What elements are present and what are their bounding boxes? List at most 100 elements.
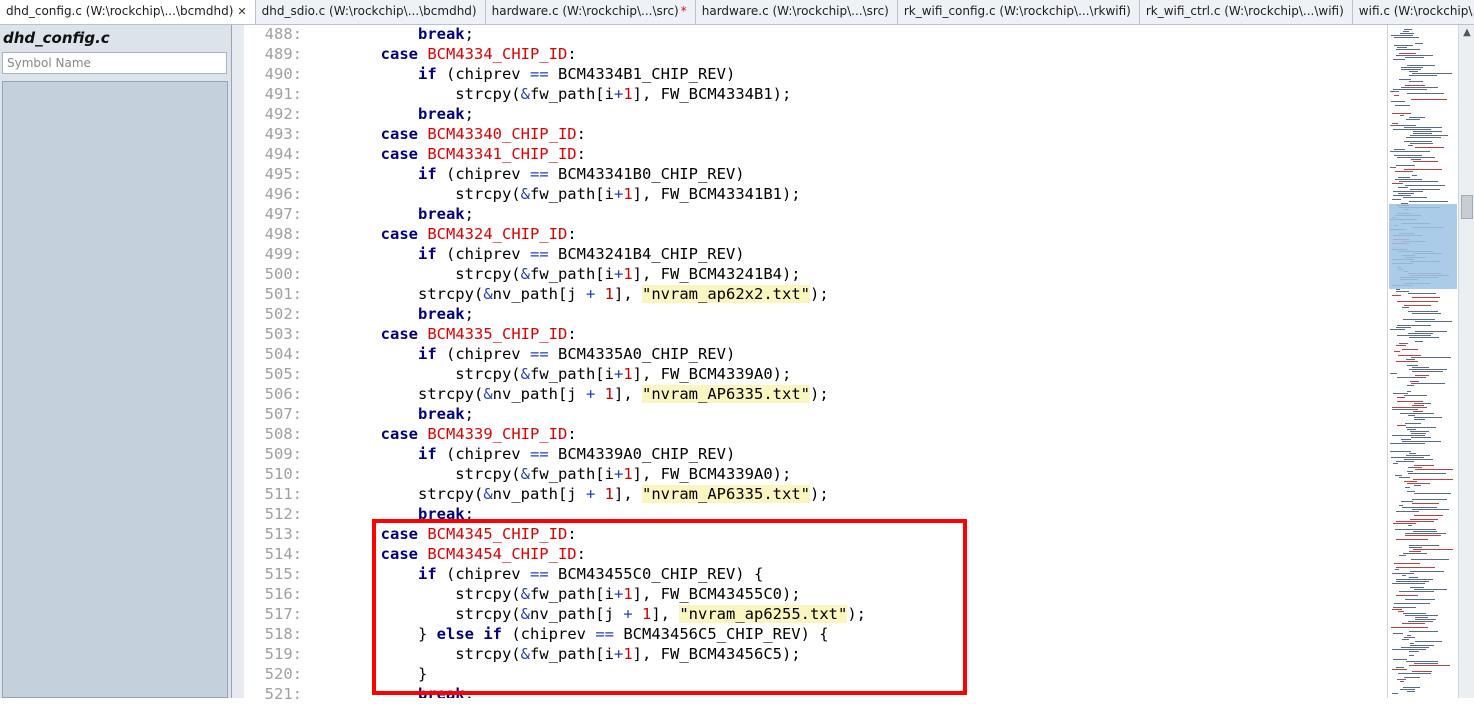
code-line[interactable]: break; bbox=[306, 304, 474, 324]
code-line[interactable]: strcpy(&fw_path[i+1], FW_BCM43341B1); bbox=[306, 184, 800, 204]
minimap-line bbox=[1392, 649, 1426, 650]
minimap-line bbox=[1412, 313, 1441, 314]
minimap-line bbox=[1399, 181, 1438, 182]
code-token: BCM4335A0_CHIP_REV) bbox=[548, 345, 736, 363]
code-line[interactable]: if (chiprev == BCM43341B0_CHIP_REV) bbox=[306, 164, 745, 184]
tab-6[interactable]: wifi.c (W:\rockchip\...\wifi) bbox=[1352, 0, 1474, 24]
tab-label: hardware.c (W:\rockchip\...\src) bbox=[491, 4, 679, 18]
minimap-line bbox=[1410, 431, 1429, 432]
code-line[interactable]: strcpy(&nv_path[j + 1], "nvram_AP6335.tx… bbox=[306, 384, 829, 404]
code-token: case bbox=[380, 325, 418, 343]
minimap-line bbox=[1396, 581, 1429, 582]
code-token: ], FW_BCM43241B4); bbox=[632, 265, 801, 283]
code-minimap[interactable] bbox=[1387, 25, 1458, 698]
minimap-line bbox=[1415, 147, 1444, 148]
code-line[interactable]: strcpy(&fw_path[i+1], FW_BCM4339A0); bbox=[306, 464, 791, 484]
code-line[interactable]: if (chiprev == BCM4334B1_CHIP_REV) bbox=[306, 64, 735, 84]
line-number: 513: bbox=[264, 525, 302, 543]
minimap-line bbox=[1394, 351, 1400, 352]
minimap-line bbox=[1397, 47, 1407, 48]
minimap-line bbox=[1390, 443, 1425, 444]
minimap-line bbox=[1412, 509, 1449, 510]
minimap-viewport[interactable] bbox=[1389, 204, 1457, 289]
minimap-line bbox=[1408, 473, 1446, 474]
code-line[interactable]: if (chiprev == BCM4335A0_CHIP_REV) bbox=[306, 344, 735, 364]
tab-4[interactable]: rk_wifi_config.c (W:\rockchip\...\rkwifi… bbox=[897, 0, 1140, 24]
code-token: ], FW_BCM4339A0); bbox=[632, 465, 792, 483]
code-line[interactable]: strcpy(&fw_path[i+1], FW_BCM43241B4); bbox=[306, 264, 801, 284]
minimap-line bbox=[1399, 505, 1403, 506]
symbol-search-input[interactable] bbox=[2, 52, 227, 74]
code-token: + bbox=[613, 185, 624, 203]
line-number: 507: bbox=[264, 405, 302, 423]
code-line[interactable]: case BCM4335_CHIP_ID: bbox=[306, 324, 577, 344]
minimap-line bbox=[1415, 375, 1429, 376]
code-token: BCM4339_CHIP_ID bbox=[427, 425, 568, 443]
code-token: ); bbox=[810, 485, 829, 503]
minimap-line bbox=[1413, 549, 1453, 550]
code-line[interactable]: case BCM4334_CHIP_ID: bbox=[306, 44, 577, 64]
symbol-list[interactable] bbox=[2, 81, 228, 698]
code-line[interactable]: strcpy(&nv_path[j + 1], "nvram_AP6335.tx… bbox=[306, 484, 829, 504]
scroll-up-arrow-icon[interactable]: ▲ bbox=[1459, 25, 1474, 41]
tab-0[interactable]: dhd_config.c (W:\rockchip\...\bcmdhd) ✕ bbox=[0, 0, 256, 24]
minimap-line bbox=[1393, 195, 1411, 196]
minimap-line bbox=[1406, 119, 1420, 120]
minimap-line bbox=[1401, 439, 1411, 440]
tab-3[interactable]: hardware.c (W:\rockchip\...\src) bbox=[695, 0, 898, 24]
line-number: 519: bbox=[264, 645, 302, 663]
code-line[interactable]: break; bbox=[306, 204, 474, 224]
tab-5[interactable]: rk_wifi_ctrl.c (W:\rockchip\...\wifi) bbox=[1139, 0, 1353, 24]
code-line[interactable]: case BCM4324_CHIP_ID: bbox=[306, 224, 577, 244]
minimap-line bbox=[1409, 545, 1439, 546]
code-line[interactable]: case BCM4339_CHIP_ID: bbox=[306, 424, 577, 444]
code-token: == bbox=[529, 445, 549, 463]
minimap-line bbox=[1394, 603, 1430, 604]
minimap-line bbox=[1393, 393, 1408, 394]
code-line[interactable]: strcpy(&fw_path[i+1], FW_BCM4334B1); bbox=[306, 84, 791, 104]
code-token: + bbox=[585, 485, 596, 503]
code-line[interactable]: case BCM43340_CHIP_ID: bbox=[306, 124, 586, 144]
scroll-thumb[interactable] bbox=[1461, 195, 1473, 219]
minimap-line bbox=[1409, 75, 1437, 76]
minimap-line bbox=[1409, 655, 1414, 656]
code-token: nv_path[j bbox=[492, 385, 586, 403]
code-line[interactable]: if (chiprev == BCM4339A0_CHIP_REV) bbox=[306, 444, 735, 464]
minimap-line bbox=[1402, 639, 1409, 640]
code-line[interactable]: break; bbox=[306, 104, 474, 124]
line-number: 501: bbox=[264, 285, 302, 303]
tab-2[interactable]: hardware.c (W:\rockchip\...\src) * bbox=[485, 0, 696, 24]
close-tab-icon[interactable]: ✕ bbox=[237, 5, 246, 18]
minimap-line bbox=[1399, 591, 1434, 592]
minimap-line bbox=[1413, 131, 1442, 132]
code-token: (chiprev bbox=[436, 165, 530, 183]
code-line[interactable]: case BCM43341_CHIP_ID: bbox=[306, 144, 586, 164]
minimap-line bbox=[1396, 579, 1433, 580]
minimap-line bbox=[1404, 677, 1420, 678]
code-line[interactable]: break; bbox=[306, 404, 474, 424]
minimap-line bbox=[1407, 385, 1414, 386]
vertical-scrollbar[interactable]: ▲ bbox=[1458, 25, 1474, 698]
minimap-line bbox=[1402, 575, 1406, 576]
tab-1[interactable]: dhd_sdio.c (W:\rockchip\...\bcmdhd) bbox=[255, 0, 486, 24]
code-token: & bbox=[483, 385, 493, 403]
minimap-line bbox=[1397, 679, 1406, 680]
code-line[interactable]: strcpy(&nv_path[j + 1], "nvram_ap62x2.tx… bbox=[306, 284, 829, 304]
minimap-line bbox=[1415, 641, 1442, 642]
code-token: if bbox=[417, 345, 437, 363]
code-token: : bbox=[567, 225, 577, 243]
minimap-line bbox=[1405, 535, 1441, 536]
code-line[interactable]: break; bbox=[306, 25, 474, 44]
line-number: 514: bbox=[264, 545, 302, 563]
code-token: "nvram_AP6335.txt" bbox=[642, 485, 810, 503]
code-line[interactable]: strcpy(&fw_path[i+1], FW_BCM4339A0); bbox=[306, 364, 791, 384]
code-line[interactable]: if (chiprev == BCM43241B4_CHIP_REV) bbox=[306, 244, 745, 264]
minimap-line bbox=[1406, 455, 1430, 456]
minimap-line bbox=[1405, 423, 1421, 424]
minimap-line bbox=[1405, 487, 1410, 488]
